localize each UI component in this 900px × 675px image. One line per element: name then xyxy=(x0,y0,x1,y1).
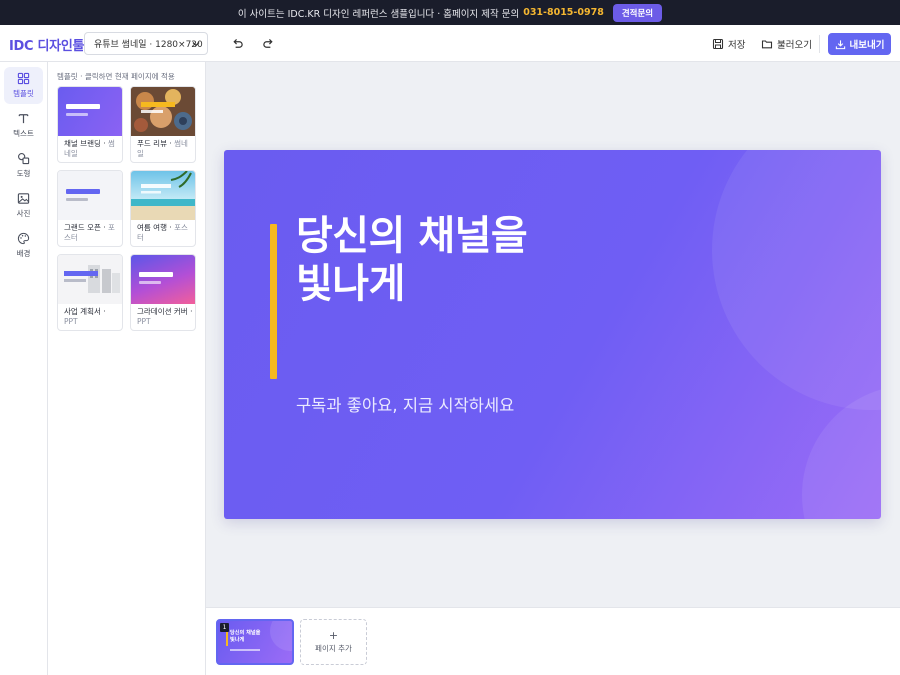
text-icon xyxy=(18,114,29,124)
rail-item-photos[interactable]: 사진 xyxy=(4,187,43,224)
template-card-channel-branding[interactable]: 채널 브랜딩 · 썸네일 xyxy=(57,86,123,163)
page-number-badge: 1 xyxy=(220,623,229,632)
food-photo-image xyxy=(131,87,195,136)
image-icon xyxy=(17,193,30,204)
banner-phone[interactable]: 031-8015-0978 xyxy=(523,7,604,18)
template-card-summer-travel[interactable]: 여름 여행 · 포스터 xyxy=(130,170,196,247)
undo-button[interactable] xyxy=(227,34,247,54)
headline-line: 빛나게 xyxy=(296,261,405,307)
header-divider xyxy=(819,35,820,53)
canvas-size-select[interactable]: 유튜브 썸네일 · 1280×720 xyxy=(84,32,208,55)
decorative-circle xyxy=(712,150,881,410)
rail-item-text[interactable]: 텍스트 xyxy=(4,107,43,144)
canvas-stage: 당신의 채널을 빛나게 구독과 좋아요, 지금 시작하세요 xyxy=(206,62,900,607)
save-button[interactable]: 저장 xyxy=(712,35,745,53)
undo-icon xyxy=(232,38,243,48)
accent-bar xyxy=(226,630,228,646)
rail-label: 사진 xyxy=(16,209,31,218)
template-hint: 템플릿 · 클릭하면 현재 페이지에 적용 xyxy=(57,72,175,81)
slide-headline[interactable]: 당신의 채널을 빛나게 xyxy=(296,212,716,308)
load-button[interactable]: 불러오기 xyxy=(761,35,812,53)
load-label: 불러오기 xyxy=(777,40,812,51)
rail-label: 도형 xyxy=(16,169,31,178)
slide-subtitle[interactable]: 구독과 좋아요, 지금 시작하세요 xyxy=(296,392,514,416)
template-panel: 템플릿 · 클릭하면 현재 페이지에 적용 채널 브랜딩 · 썸네일 푸드 리뷰… xyxy=(48,62,206,675)
add-page-label: 페이지 추가 xyxy=(315,644,352,653)
slide-canvas[interactable]: 당신의 채널을 빛나게 구독과 좋아요, 지금 시작하세요 xyxy=(224,150,881,519)
export-button[interactable]: 내보내기 xyxy=(828,33,891,55)
page-thumb-title: 당신의 채널을 빛나게 xyxy=(230,630,261,643)
page-thumbnail-1[interactable]: 당신의 채널을 빛나게 1 xyxy=(216,619,294,665)
template-label: 푸드 리뷰 · 썸네일 xyxy=(137,139,188,158)
template-thumbnail xyxy=(131,255,195,304)
template-card-business-plan[interactable]: 사업 계획서 · PPT xyxy=(57,254,123,331)
shapes-icon xyxy=(18,153,30,165)
plus-icon: + xyxy=(328,629,339,642)
office-photo-image xyxy=(58,255,122,304)
template-thumbnail xyxy=(131,87,195,136)
tool-rail: 템플릿 텍스트 도형 사진 배경 xyxy=(0,62,48,675)
canvas-size-value: 유튜브 썸네일 · 1280×720 xyxy=(94,40,203,50)
banner-text: 이 사이트는 IDC.KR 디자인 레퍼런스 샘플입니다 · 홈페이지 제작 문… xyxy=(237,8,520,20)
template-thumbnail xyxy=(58,255,122,304)
grid-icon xyxy=(17,72,30,85)
redo-icon xyxy=(262,38,273,48)
app-logo[interactable]: IDC 디자인툴 xyxy=(9,35,84,54)
rail-item-templates[interactable]: 템플릿 xyxy=(4,67,43,104)
page-thumb-subtitle xyxy=(230,649,260,651)
template-label: 여름 여행 · 포스터 xyxy=(137,223,188,242)
template-label: 채널 브랜딩 · 썸네일 xyxy=(64,139,115,158)
template-card-gradient-cover[interactable]: 그라데이션 커버 · PPT xyxy=(130,254,196,331)
redo-button[interactable] xyxy=(258,34,278,54)
save-icon xyxy=(712,38,724,50)
rail-label: 템플릿 xyxy=(13,89,34,98)
beach-photo-image xyxy=(131,171,195,220)
save-label: 저장 xyxy=(728,40,746,51)
quote-button[interactable]: 견적문의 xyxy=(612,3,663,22)
export-label: 내보내기 xyxy=(849,40,885,51)
template-label: 사업 계획서 · PPT xyxy=(64,307,106,326)
download-icon xyxy=(835,39,845,49)
folder-icon xyxy=(761,40,773,49)
template-card-food-review[interactable]: 푸드 리뷰 · 썸네일 xyxy=(130,86,196,163)
template-thumbnail xyxy=(58,171,122,220)
template-thumbnail xyxy=(58,87,122,136)
page-strip: 당신의 채널을 빛나게 1 + 페이지 추가 xyxy=(206,607,900,675)
decorative-circle xyxy=(270,621,292,651)
accent-bar[interactable] xyxy=(270,224,277,379)
template-label: 그랜드 오픈 · 포스터 xyxy=(64,223,115,242)
rail-label: 텍스트 xyxy=(13,129,34,138)
rail-label: 배경 xyxy=(16,249,31,258)
rail-item-background[interactable]: 배경 xyxy=(4,227,43,264)
chevron-down-icon xyxy=(192,42,200,47)
top-banner: 이 사이트는 IDC.KR 디자인 레퍼런스 샘플입니다 · 홈페이지 제작 문… xyxy=(0,0,900,25)
headline-line: 당신의 채널을 xyxy=(296,213,528,259)
palette-icon xyxy=(17,232,30,245)
add-page-button[interactable]: + 페이지 추가 xyxy=(300,619,367,665)
template-card-grand-open[interactable]: 그랜드 오픈 · 포스터 xyxy=(57,170,123,247)
rail-item-shapes[interactable]: 도형 xyxy=(4,147,43,184)
app-header: IDC 디자인툴 유튜브 썸네일 · 1280×720 저장 불러오기 내보내기 xyxy=(0,25,900,62)
template-thumbnail xyxy=(131,171,195,220)
template-label: 그라데이션 커버 · PPT xyxy=(137,307,193,326)
